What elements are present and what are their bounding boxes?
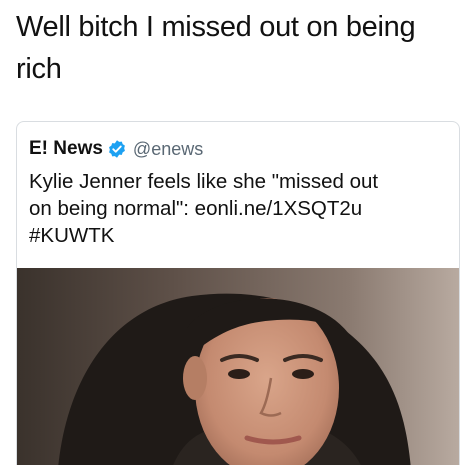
tweet-hashtag[interactable]: #KUWTK [29, 224, 114, 247]
caption-line-2: rich [16, 53, 62, 85]
tweet-display-name[interactable]: E! News [29, 138, 103, 160]
photo-illustration [17, 268, 459, 465]
tweet-text: Kylie Jenner feels like she "missed out … [29, 168, 449, 249]
verified-badge-icon [107, 139, 127, 159]
tweet-text-line-2[interactable]: on being normal": eonli.ne/1XSQT2u [29, 197, 362, 220]
tweet-text-line-1: Kylie Jenner feels like she "missed out [29, 170, 379, 193]
caption-line-1: Well bitch I missed out on being [16, 11, 416, 43]
tweet-header: E! News @enews [29, 136, 203, 162]
meme-caption: Well bitch I missed out on being rich [16, 6, 456, 90]
tweet-handle[interactable]: @enews [133, 139, 203, 160]
embedded-tweet-card[interactable]: E! News @enews Kylie Jenner feels like s… [16, 121, 460, 465]
tweet-photo[interactable] [17, 268, 459, 465]
